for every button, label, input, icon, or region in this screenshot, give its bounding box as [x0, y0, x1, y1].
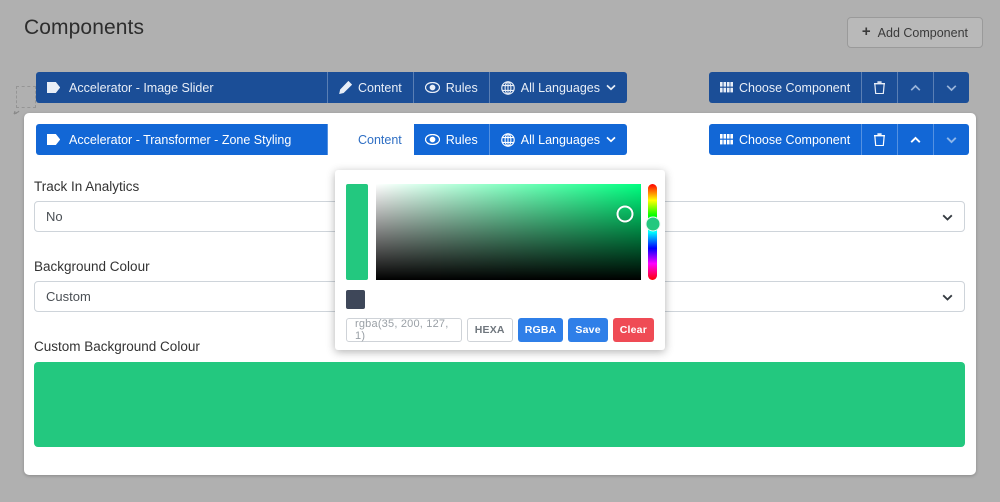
saturation-cursor[interactable] — [616, 205, 634, 223]
component-row: Accelerator - Image Slider Content Rules… — [36, 72, 627, 103]
save-color-button[interactable]: Save — [568, 318, 608, 342]
tab-rules[interactable]: Rules — [414, 72, 490, 103]
choose-component-label: Choose Component — [739, 132, 851, 147]
hexa-format-button[interactable]: HEXA — [466, 318, 513, 342]
component-row-actions: Choose Component — [709, 72, 970, 103]
saturation-black-layer — [376, 184, 641, 280]
tab-rules-label: Rules — [445, 132, 478, 147]
tag-icon — [47, 134, 60, 145]
chevron-down-icon — [946, 136, 957, 144]
clear-color-button[interactable]: Clear — [612, 318, 654, 342]
trash-icon — [874, 133, 886, 146]
choose-component-button[interactable]: Choose Component — [709, 124, 863, 155]
pencil-icon — [339, 133, 352, 146]
tab-rules-label: Rules — [445, 80, 478, 95]
component-row-toolbar-left: Accelerator - Image Slider Content Rules… — [36, 72, 627, 103]
tag-icon — [47, 82, 60, 93]
tab-content[interactable]: Content — [328, 124, 414, 155]
globe-icon — [500, 80, 515, 95]
tab-rules[interactable]: Rules — [414, 124, 490, 155]
component-name-label: Accelerator - Transformer - Zone Styling — [69, 132, 292, 147]
move-down-button[interactable] — [934, 72, 969, 103]
language-selector[interactable]: All Languages — [490, 72, 627, 103]
hue-slider-thumb[interactable] — [645, 216, 660, 232]
chevron-up-icon — [910, 84, 921, 92]
eye-icon — [424, 134, 440, 145]
color-preview-bar — [346, 184, 368, 280]
language-selector-label: All Languages — [520, 132, 600, 147]
pencil-icon — [339, 81, 352, 94]
plus-icon: + — [861, 23, 871, 40]
chevron-down-icon — [942, 209, 953, 224]
component-name-image-slider[interactable]: Accelerator - Image Slider — [36, 72, 328, 103]
component-row: Accelerator - Transformer - Zone Styling… — [36, 124, 627, 155]
move-up-button[interactable] — [898, 124, 935, 155]
component-row-toolbar-right: Choose Component — [709, 72, 970, 103]
eye-icon — [424, 82, 440, 93]
choose-component-button[interactable]: Choose Component — [709, 72, 863, 103]
grid-icon — [720, 134, 733, 145]
color-picker-footer: rgba(35, 200, 127, 1) HEXA RGBA Save Cle… — [346, 318, 654, 342]
grid-icon — [720, 82, 733, 93]
component-row-toolbar-left: Accelerator - Transformer - Zone Styling… — [36, 124, 627, 155]
chevron-down-icon — [606, 84, 616, 91]
tab-content[interactable]: Content — [328, 72, 414, 103]
tab-content-label: Content — [358, 80, 402, 95]
track-in-analytics-value: No — [46, 209, 63, 224]
hue-slider[interactable] — [645, 184, 660, 280]
track-in-analytics-label: Track In Analytics — [34, 179, 140, 194]
language-selector-label: All Languages — [520, 80, 600, 95]
delete-component-button[interactable] — [862, 124, 899, 155]
trash-icon — [874, 81, 886, 94]
saved-color-swatch[interactable] — [346, 290, 365, 309]
color-value-input[interactable]: rgba(35, 200, 127, 1) — [346, 318, 462, 342]
saturation-value-area[interactable] — [376, 184, 641, 280]
custom-background-colour-label: Custom Background Colour — [34, 339, 200, 354]
language-selector[interactable]: All Languages — [490, 124, 627, 155]
background-colour-value: Custom — [46, 289, 91, 304]
component-name-label: Accelerator - Image Slider — [69, 80, 214, 95]
page-header: Components + Add Component — [0, 0, 1000, 60]
rgba-format-button[interactable]: RGBA — [517, 318, 564, 342]
globe-icon — [500, 132, 515, 147]
component-row-actions: Choose Component — [709, 124, 970, 155]
page-title: Components — [24, 16, 145, 39]
delete-component-button[interactable] — [862, 72, 899, 103]
chevron-down-icon — [942, 289, 953, 304]
add-component-label: Add Component — [877, 25, 968, 40]
component-row-toolbar-right: Choose Component — [709, 124, 970, 155]
tab-content-label: Content — [358, 132, 402, 147]
move-up-button[interactable] — [898, 72, 935, 103]
choose-component-label: Choose Component — [739, 80, 851, 95]
move-down-button[interactable] — [934, 124, 969, 155]
chevron-down-icon — [606, 136, 616, 143]
custom-background-colour-swatch[interactable] — [34, 362, 965, 447]
color-picker-popup: rgba(35, 200, 127, 1) HEXA RGBA Save Cle… — [335, 170, 665, 350]
add-component-button[interactable]: + Add Component — [846, 17, 983, 48]
background-colour-label: Background Colour — [34, 259, 150, 274]
chevron-down-icon — [946, 84, 957, 92]
chevron-up-icon — [910, 136, 921, 144]
component-name-zone-styling[interactable]: Accelerator - Transformer - Zone Styling — [36, 124, 328, 155]
